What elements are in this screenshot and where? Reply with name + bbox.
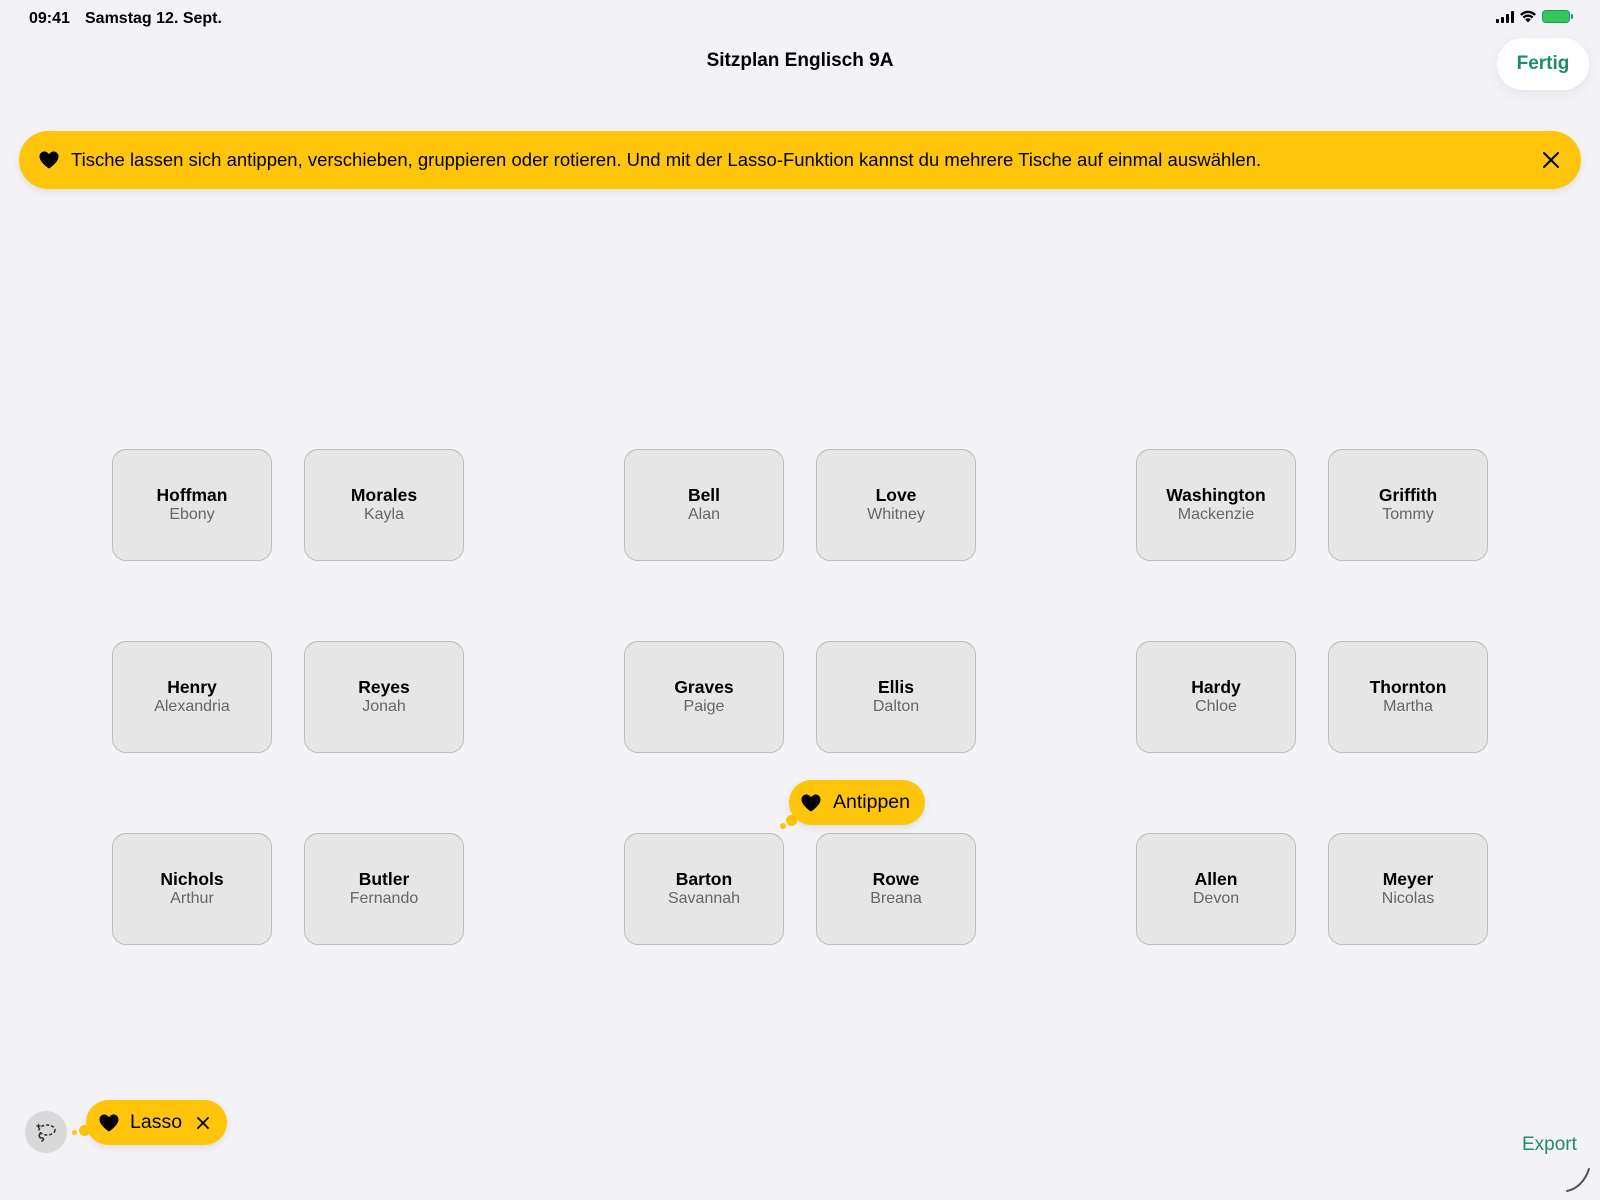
desk-first-name: Chloe	[1195, 698, 1237, 715]
desk-last-name: Rowe	[872, 869, 920, 889]
desk-first-name: Devon	[1192, 890, 1240, 907]
heart-icon	[99, 1114, 119, 1131]
cellular-signal-icon	[1496, 10, 1514, 23]
desk-first-name: Mackenzie	[1177, 506, 1255, 523]
resize-handle-icon[interactable]	[1563, 1165, 1593, 1195]
desk-last-name: Hardy	[1191, 677, 1241, 697]
heart-icon	[39, 151, 59, 169]
lasso-tip-label: Lasso	[130, 1111, 183, 1133]
tip-pointer-dot	[72, 1130, 77, 1135]
tip-pointer-dot	[780, 823, 786, 829]
tap-tip-label: Antippen	[833, 791, 910, 813]
desk-last-name: Washington	[1166, 485, 1266, 505]
desk-last-name: Allen	[1194, 869, 1238, 889]
battery-icon	[1542, 10, 1573, 23]
desk-first-name: Breana	[870, 890, 922, 907]
desk[interactable]: Griffith Tommy	[1328, 449, 1488, 561]
desk[interactable]: Meyer Nicolas	[1328, 833, 1488, 945]
status-time: 09:41	[29, 10, 70, 27]
desk-last-name: Thornton	[1369, 677, 1447, 697]
desk[interactable]: Morales Kayla	[304, 449, 464, 561]
lasso-button[interactable]	[25, 1111, 67, 1153]
export-button[interactable]: Export	[1522, 1134, 1577, 1156]
desk-first-name: Whitney	[867, 506, 925, 523]
status-icons	[1496, 10, 1573, 23]
hint-banner: Tische lassen sich antippen, verschieben…	[19, 131, 1581, 189]
desk[interactable]: Nichols Arthur	[112, 833, 272, 945]
desk-last-name: Ellis	[878, 677, 914, 697]
status-bar: 09:41 Samstag 12. Sept.	[0, 0, 1600, 38]
desk-last-name: Meyer	[1382, 869, 1434, 889]
desk-first-name: Martha	[1383, 698, 1433, 715]
desk-last-name: Butler	[358, 869, 410, 889]
desk[interactable]: Reyes Jonah	[304, 641, 464, 753]
desk-last-name: Henry	[167, 677, 217, 697]
desk-last-name: Reyes	[358, 677, 410, 697]
desk-first-name: Ebony	[169, 506, 215, 523]
desk[interactable]: Barton Savannah	[624, 833, 784, 945]
desk-first-name: Nicolas	[1381, 890, 1435, 907]
desk-last-name: Nichols	[160, 869, 224, 889]
desk[interactable]: Thornton Martha	[1328, 641, 1488, 753]
desk-first-name: Tommy	[1382, 506, 1434, 523]
desk[interactable]: Allen Devon	[1136, 833, 1296, 945]
lasso-tip: Lasso	[86, 1100, 227, 1145]
done-button[interactable]: Fertig	[1497, 38, 1589, 90]
status-date: Samstag 12. Sept.	[85, 10, 222, 27]
desk-last-name: Graves	[674, 677, 734, 697]
desk-first-name: Alan	[687, 506, 721, 523]
desk-first-name: Alexandria	[154, 698, 230, 715]
page-title: Sitzplan Englisch 9A	[706, 50, 894, 71]
desk-last-name: Love	[875, 485, 917, 505]
desk-last-name: Hoffman	[156, 485, 228, 505]
desk-last-name: Griffith	[1378, 485, 1438, 505]
desk-first-name: Kayla	[363, 506, 405, 523]
desk[interactable]: Hoffman Ebony	[112, 449, 272, 561]
desk[interactable]: Butler Fernando	[304, 833, 464, 945]
desk-last-name: Morales	[350, 485, 418, 505]
lasso-tip-close-button[interactable]	[196, 1116, 210, 1130]
desk[interactable]: Rowe Breana	[816, 833, 976, 945]
desk[interactable]: Hardy Chloe	[1136, 641, 1296, 753]
desk-first-name: Arthur	[170, 890, 214, 907]
desk-first-name: Jonah	[362, 698, 406, 715]
desk[interactable]: Washington Mackenzie	[1136, 449, 1296, 561]
banner-text: Tische lassen sich antippen, verschieben…	[71, 149, 1262, 170]
desk[interactable]: Love Whitney	[816, 449, 976, 561]
tap-tip: Antippen	[789, 780, 925, 825]
lasso-icon	[36, 1123, 56, 1142]
desk-first-name: Fernando	[349, 890, 419, 907]
desk-first-name: Paige	[683, 698, 725, 715]
desk-first-name: Dalton	[872, 698, 920, 715]
desk[interactable]: Henry Alexandria	[112, 641, 272, 753]
wifi-icon	[1520, 10, 1536, 23]
desk-last-name: Bell	[687, 485, 721, 505]
desk[interactable]: Graves Paige	[624, 641, 784, 753]
desk-first-name: Savannah	[667, 890, 741, 907]
close-icon	[1543, 152, 1559, 168]
desk[interactable]: Bell Alan	[624, 449, 784, 561]
heart-icon	[801, 794, 821, 811]
close-icon	[197, 1116, 209, 1129]
desk-last-name: Barton	[675, 869, 733, 889]
desk[interactable]: Ellis Dalton	[816, 641, 976, 753]
banner-close-button[interactable]	[1539, 148, 1563, 172]
